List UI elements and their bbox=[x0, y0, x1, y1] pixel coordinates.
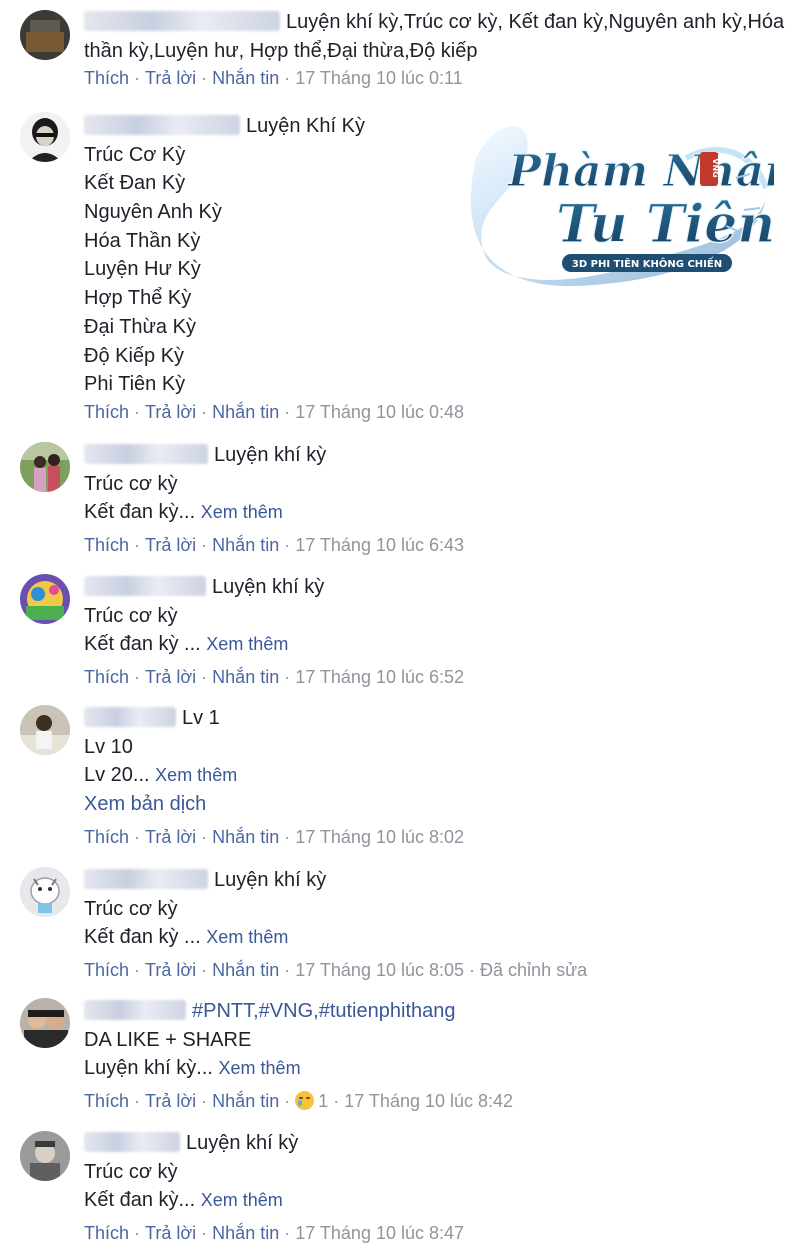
see-more-link[interactable]: Xem thêm bbox=[206, 927, 288, 947]
commenter-name-blurred[interactable] bbox=[84, 576, 206, 596]
see-more-link[interactable]: Xem thêm bbox=[155, 765, 237, 785]
like-link[interactable]: Thích bbox=[84, 1223, 129, 1243]
comment-actions: Thích · Trả lời · Nhắn tin · 17 Tháng 10 lúc 6… bbox=[84, 667, 465, 688]
timestamp[interactable]: 17 Tháng 10 lúc 8:05 bbox=[295, 960, 464, 980]
see-more-link[interactable]: Xem thêm bbox=[206, 634, 288, 654]
avatar[interactable] bbox=[20, 574, 70, 624]
timestamp[interactable]: 17 Tháng 10 lúc 8:47 bbox=[295, 1223, 464, 1243]
comment-line: Trúc cơ kỳ bbox=[84, 1160, 178, 1183]
timestamp[interactable]: 17 Tháng 10 lúc 0:11 bbox=[295, 68, 462, 88]
comment-line: Kết đan kỳ... bbox=[84, 501, 196, 524]
reply-link[interactable]: Trả lời bbox=[145, 68, 196, 88]
see-more-link[interactable]: Xem thêm bbox=[219, 1058, 301, 1078]
timestamp[interactable]: 17 Tháng 10 lúc 0:48 bbox=[295, 402, 464, 422]
see-translation-link[interactable]: Xem bản dịch bbox=[84, 790, 794, 819]
commenter-name-blurred[interactable] bbox=[84, 444, 208, 464]
comment-line: Độ Kiếp Kỳ bbox=[84, 344, 185, 367]
message-link[interactable]: Nhắn tin bbox=[212, 827, 279, 847]
message-link[interactable]: Nhắn tin bbox=[212, 68, 279, 88]
timestamp[interactable]: 17 Tháng 10 lúc 8:42 bbox=[344, 1091, 513, 1111]
reply-link[interactable]: Trả lời bbox=[145, 667, 196, 687]
commenter-name-blurred[interactable] bbox=[84, 1000, 186, 1020]
see-more-link[interactable]: Xem thêm bbox=[201, 1190, 283, 1210]
message-link[interactable]: Nhắn tin bbox=[212, 960, 279, 980]
like-link[interactable]: Thích bbox=[84, 1091, 129, 1111]
comment-line: Đại Thừa Kỳ bbox=[84, 315, 196, 338]
edited-label[interactable]: Đã chỉnh sửa bbox=[480, 960, 587, 980]
logo-line2: Tu Tiên bbox=[556, 194, 774, 255]
comment-line: Kết đan kỳ... bbox=[84, 1189, 196, 1212]
like-link[interactable]: Thích bbox=[84, 960, 129, 980]
game-logo-image: Phàm Nhân Tu Tiên VNG 3D PHI TIÊN KHÔNG … bbox=[456, 118, 797, 288]
comment-line: Lv 20... bbox=[84, 764, 150, 787]
comment-text: Luyện khí kỳ bbox=[186, 1132, 299, 1154]
see-more-link[interactable]: Xem thêm bbox=[201, 502, 283, 522]
comment-text: Luyện Khí Kỳ bbox=[246, 115, 365, 137]
message-link[interactable]: Nhắn tin bbox=[212, 1091, 279, 1111]
comment-line: Luyện khí kỳ... bbox=[84, 1057, 213, 1080]
like-link[interactable]: Thích bbox=[84, 667, 129, 687]
reply-link[interactable]: Trả lời bbox=[145, 960, 196, 980]
message-link[interactable]: Nhắn tin bbox=[212, 402, 279, 422]
comment-line: Lv 10 bbox=[84, 735, 133, 758]
like-link[interactable]: Thích bbox=[84, 827, 129, 847]
avatar[interactable] bbox=[20, 10, 70, 60]
reply-link[interactable]: Trả lời bbox=[145, 1223, 196, 1243]
comment-line: Kết đan kỳ ... bbox=[84, 633, 201, 656]
timestamp[interactable]: 17 Tháng 10 lúc 6:52 bbox=[295, 667, 464, 687]
comment-line: Kết đan kỳ ... bbox=[84, 926, 201, 949]
avatar[interactable] bbox=[20, 442, 70, 492]
commenter-name-blurred[interactable] bbox=[84, 869, 208, 889]
message-link[interactable]: Nhắn tin bbox=[212, 535, 279, 555]
avatar[interactable] bbox=[20, 705, 70, 755]
reply-link[interactable]: Trả lời bbox=[145, 535, 196, 555]
comment-line: DA LIKE + SHARE bbox=[84, 1028, 252, 1051]
comment-actions: Thích · Trả lời · Nhắn tin · 17 Tháng 10 lúc 0… bbox=[84, 68, 463, 89]
avatar[interactable] bbox=[20, 998, 70, 1048]
comment-text: Luyện khí kỳ bbox=[214, 869, 327, 891]
sad-reaction-icon[interactable] bbox=[295, 1091, 315, 1111]
comment-text: Luyện khí kỳ bbox=[212, 576, 325, 598]
comment-line: Trúc cơ kỳ bbox=[84, 897, 178, 920]
comment-actions: Thích · Trả lời · Nhắn tin · 1 · 17 Tháng 10 lúc… bbox=[84, 1091, 514, 1112]
like-link[interactable]: Thích bbox=[84, 535, 129, 555]
commenter-name-blurred[interactable] bbox=[84, 115, 240, 135]
message-link[interactable]: Nhắn tin bbox=[212, 1223, 279, 1243]
like-link[interactable]: Thích bbox=[84, 402, 129, 422]
comment-line: Phi Tiên Kỳ bbox=[84, 373, 186, 396]
logo-line1: Phàm Nhân bbox=[506, 146, 774, 197]
comment-actions: Thích · Trả lời · Nhắn tin · 17 Tháng 10 lúc 0… bbox=[84, 401, 465, 422]
comment-line: Trúc cơ kỳ bbox=[84, 604, 178, 627]
timestamp[interactable]: 17 Tháng 10 lúc 8:02 bbox=[295, 827, 464, 847]
commenter-name-blurred[interactable] bbox=[84, 11, 280, 31]
avatar[interactable] bbox=[20, 112, 70, 162]
comment-text: Lv 1 bbox=[182, 707, 220, 729]
timestamp[interactable]: 17 Tháng 10 lúc 6:43 bbox=[295, 535, 464, 555]
reply-link[interactable]: Trả lời bbox=[145, 1091, 196, 1111]
commenter-name-blurred[interactable] bbox=[84, 1132, 180, 1152]
reaction-count[interactable]: 1 bbox=[318, 1091, 328, 1111]
logo-badge: VNG bbox=[711, 158, 720, 177]
comment-actions: Thích · Trả lời · Nhắn tin · 17 Tháng 10 lúc 8… bbox=[84, 826, 465, 847]
avatar[interactable] bbox=[20, 1131, 70, 1181]
commenter-name-blurred[interactable] bbox=[84, 707, 176, 727]
hashtags-link[interactable]: #PNTT,#VNG,#tutienphithang bbox=[192, 1000, 456, 1022]
comment-actions: Thích · Trả lời · Nhắn tin · 17 Tháng 10 lúc 6… bbox=[84, 535, 465, 556]
reply-link[interactable]: Trả lời bbox=[145, 827, 196, 847]
reply-link[interactable]: Trả lời bbox=[145, 402, 196, 422]
comment-actions: Thích · Trả lời · Nhắn tin · 17 Tháng 10 lúc 8… bbox=[84, 960, 588, 981]
message-link[interactable]: Nhắn tin bbox=[212, 667, 279, 687]
like-link[interactable]: Thích bbox=[84, 68, 129, 88]
comment-text: Luyện khí kỳ bbox=[214, 444, 327, 466]
avatar[interactable] bbox=[20, 867, 70, 917]
comment-actions: Thích · Trả lời · Nhắn tin · 17 Tháng 10 lúc 8… bbox=[84, 1223, 465, 1244]
comment-line: Trúc cơ kỳ bbox=[84, 472, 178, 495]
comment-line: Hợp Thể Kỳ bbox=[84, 287, 192, 310]
